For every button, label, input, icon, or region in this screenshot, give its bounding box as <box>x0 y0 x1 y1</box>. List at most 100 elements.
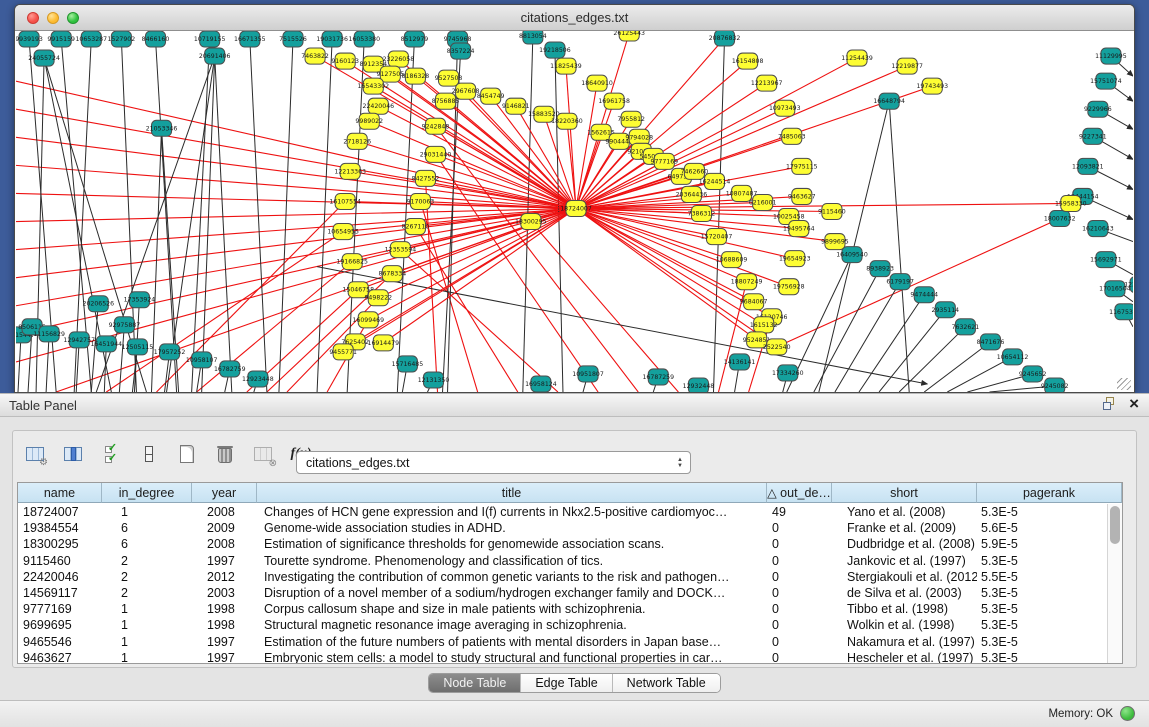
column-header-name[interactable]: name <box>18 483 102 503</box>
graph-node[interactable]: 10951807 <box>572 366 604 382</box>
graph-node[interactable]: 8454749 <box>477 88 505 104</box>
graph-node[interactable]: 15716485 <box>392 356 424 372</box>
table-settings-button[interactable]: ⚙ <box>23 442 47 466</box>
graph-node[interactable]: 14136141 <box>724 354 756 370</box>
graph-node[interactable]: 10688609 <box>716 252 748 268</box>
graph-node[interactable]: 9939193 <box>16 31 43 47</box>
citation-edge-red[interactable] <box>16 208 576 333</box>
graph-node[interactable]: 17353924 <box>124 292 156 308</box>
graph-node[interactable]: 7632621 <box>952 319 980 335</box>
citation-edge-red[interactable] <box>576 83 597 208</box>
graph-node[interactable]: 16787259 <box>643 369 675 385</box>
graph-node[interactable]: 1615132 <box>750 317 778 333</box>
graph-node[interactable]: 15751074 <box>1090 73 1122 89</box>
graph-node[interactable]: 15720407 <box>701 229 733 245</box>
graph-node[interactable]: 9170063 <box>407 193 435 209</box>
table-selector-dropdown[interactable]: citations_edges.txt ▲▼ <box>296 451 691 474</box>
graph-node[interactable]: 16914479 <box>368 335 400 351</box>
column-header-year[interactable]: year <box>192 483 257 503</box>
graph-node[interactable]: 12923448 <box>242 371 274 387</box>
citation-edge-red[interactable] <box>425 178 437 392</box>
citation-edge-black[interactable] <box>924 342 990 392</box>
graph-node[interactable]: 6216001 <box>749 194 777 210</box>
table-row[interactable]: 1456911722003Disruption of a novel membe… <box>18 585 1107 601</box>
graph-node[interactable]: 9463627 <box>788 188 816 204</box>
network-window-titlebar[interactable]: citations_edges.txt <box>15 5 1134 31</box>
citation-edge-black[interactable] <box>889 101 909 392</box>
table-scrollbar[interactable] <box>1107 504 1122 663</box>
new-column-button[interactable] <box>175 442 199 466</box>
graph-node[interactable]: 12213363 <box>334 163 366 179</box>
graph-node[interactable]: 9455771 <box>329 344 357 360</box>
tab-node-table[interactable]: Node Table <box>429 674 521 692</box>
graph-node[interactable]: 12213967 <box>751 75 783 91</box>
graph-node[interactable]: 19218506 <box>539 42 571 58</box>
graph-node[interactable]: 8678334 <box>379 266 407 282</box>
graph-node[interactable]: 9498222 <box>364 290 392 306</box>
graph-node[interactable]: 16958124 <box>525 376 557 392</box>
graph-node[interactable]: 19756928 <box>773 279 805 295</box>
graph-node[interactable]: 11129995 <box>1095 48 1127 64</box>
graph-node[interactable]: 24055724 <box>28 50 60 66</box>
table-row[interactable]: 1830029562008Estimation of significance … <box>18 536 1107 552</box>
graph-node[interactable]: 17957252 <box>154 344 186 360</box>
citation-edge-black[interactable] <box>167 56 215 392</box>
unselect-columns-button[interactable] <box>137 442 161 466</box>
graph-node[interactable]: 7485063 <box>778 128 806 144</box>
graph-node[interactable]: 2967608 <box>452 83 480 99</box>
citation-edge-red[interactable] <box>16 165 576 208</box>
graph-node[interactable]: 8357224 <box>447 43 475 59</box>
graph-node[interactable]: 19743493 <box>916 78 948 94</box>
graph-node[interactable]: 16053380 <box>348 31 380 47</box>
graph-node[interactable]: 21053346 <box>146 120 178 136</box>
table-row[interactable]: 1872400712008Changes of HCN gene express… <box>18 504 1107 520</box>
citation-edge-black[interactable] <box>317 39 332 392</box>
table-row[interactable]: 969969511998Structural magnetic resonanc… <box>18 617 1107 633</box>
graph-node[interactable]: 2522540 <box>763 339 791 355</box>
graph-node[interactable]: 9684067 <box>740 294 768 310</box>
graph-node[interactable]: 12932448 <box>683 378 715 392</box>
select-all-columns-button[interactable]: ✓ ✓ <box>99 442 123 466</box>
graph-node[interactable]: 26125443 <box>613 31 645 41</box>
graph-node[interactable]: 20206526 <box>82 296 114 312</box>
network-canvas[interactable]: 9939193991515910653287152790284661601071… <box>16 31 1133 392</box>
graph-node[interactable]: 9227341 <box>1079 128 1107 144</box>
citation-edge-red[interactable] <box>400 250 558 392</box>
graph-node[interactable]: 8186328 <box>402 68 430 84</box>
table-row[interactable]: 2242004622012Investigating the contribut… <box>18 569 1107 585</box>
graph-node[interactable]: 19031736 <box>316 31 348 47</box>
citation-edge-black[interactable] <box>202 56 215 392</box>
float-panel-icon[interactable] <box>1103 397 1117 411</box>
graph-node[interactable]: 12219877 <box>891 58 923 74</box>
graph-node[interactable]: 9245082 <box>1041 378 1069 392</box>
table-row[interactable]: 1938455462009Genome-wide association stu… <box>18 520 1107 536</box>
graph-node[interactable]: 2718126 <box>343 133 371 149</box>
table-row[interactable]: 911546021997Tourette syndrome. Phenomeno… <box>18 553 1107 569</box>
graph-node[interactable]: 8267110 <box>402 219 430 235</box>
column-header-indegree[interactable]: in_degree <box>102 483 192 503</box>
citation-edge-black[interactable] <box>18 335 21 392</box>
graph-node[interactable]: 9115460 <box>818 203 846 219</box>
tab-network-table[interactable]: Network Table <box>613 674 720 692</box>
graph-node[interactable]: 20691406 <box>199 48 231 64</box>
canvas-resize-grip[interactable] <box>1117 378 1131 390</box>
column-header-outde[interactable]: △ out_de… <box>767 483 832 503</box>
tab-edge-table[interactable]: Edge Table <box>521 674 612 692</box>
citation-edge-red[interactable] <box>531 222 679 392</box>
graph-node[interactable]: 16671355 <box>234 31 266 47</box>
graph-node[interactable]: 10719155 <box>194 31 226 47</box>
graph-node[interactable]: 8466160 <box>142 31 170 47</box>
graph-node[interactable]: 8756885 <box>432 93 460 109</box>
graph-node[interactable]: 7386312 <box>688 205 716 221</box>
graph-node[interactable]: 92975887 <box>109 317 141 333</box>
column-header-title[interactable]: title <box>257 483 767 503</box>
graph-node[interactable]: 20876832 <box>709 31 741 46</box>
graph-node[interactable]: 2935114 <box>932 302 960 318</box>
table-panel-titlebar[interactable]: Table Panel × <box>0 393 1149 417</box>
graph-node[interactable]: 7515526 <box>279 31 307 47</box>
show-columns-button[interactable] <box>61 442 85 466</box>
graph-node[interactable]: 9915159 <box>47 31 75 47</box>
graph-node[interactable]: 9160123 <box>331 53 359 69</box>
table-scrollbar-thumb[interactable] <box>1110 506 1120 544</box>
graph-node[interactable]: 12353594 <box>385 242 417 258</box>
